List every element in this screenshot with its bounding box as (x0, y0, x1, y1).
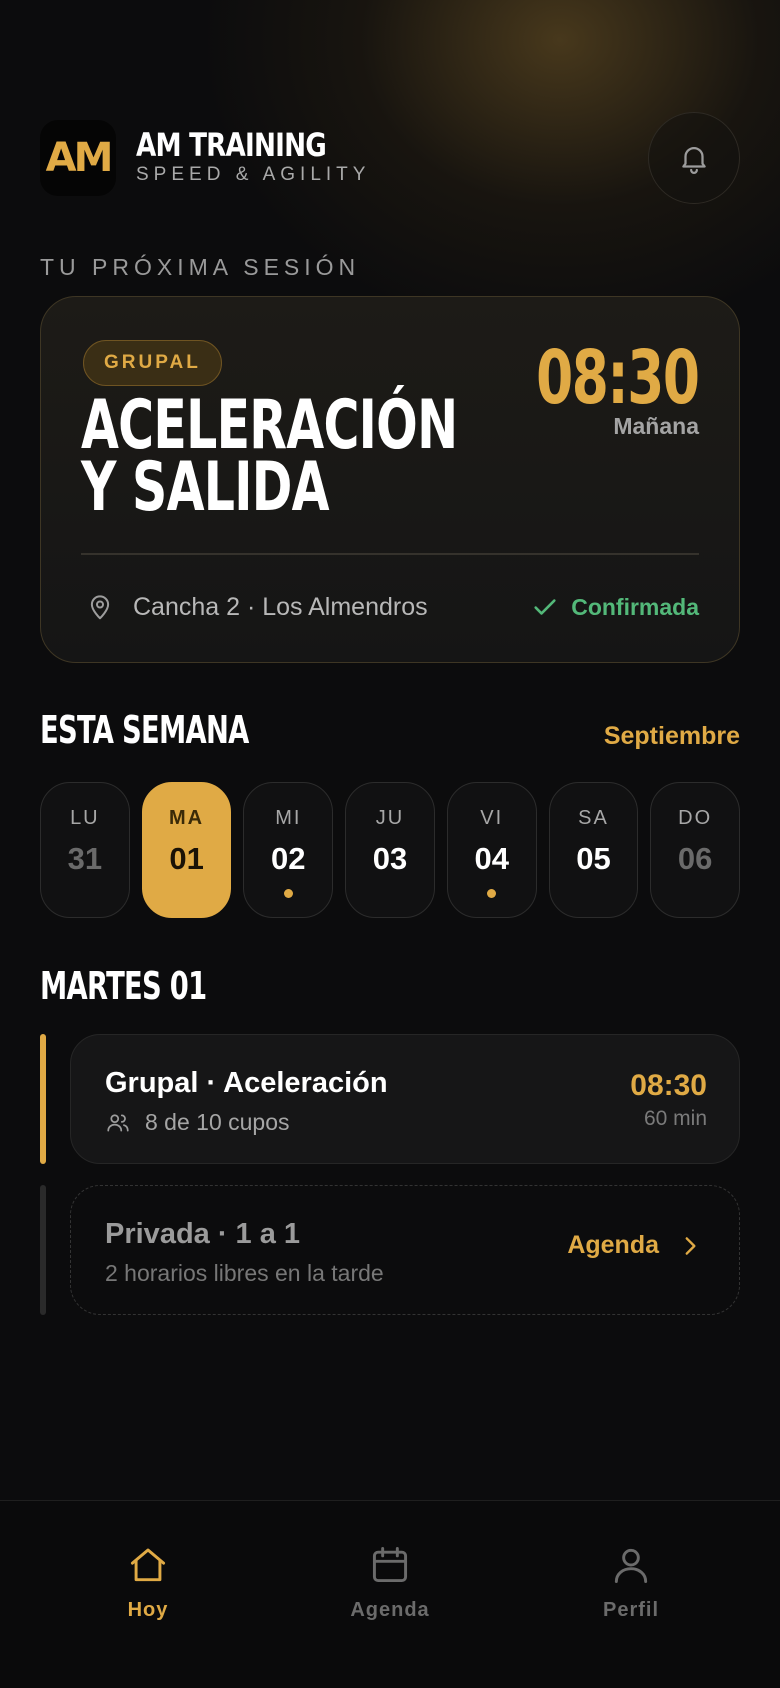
month-selector[interactable]: Septiembre (604, 722, 740, 751)
book-slot-label: Agenda (567, 1231, 659, 1259)
session-slot-private[interactable]: Privada · 1 a 1 2 horarios libres en la … (70, 1185, 740, 1315)
nav-label: Perfil (602, 1599, 660, 1621)
nav-item-perfil[interactable]: Perfil (551, 1543, 711, 1633)
day-chip-date: 31 (67, 841, 103, 876)
day-chip-sa[interactable]: SA 05 (548, 782, 639, 918)
book-slot-button[interactable]: Agenda (567, 1231, 703, 1260)
status-text: Confirmada (571, 593, 699, 620)
day-chip-date: 03 (372, 841, 408, 876)
bottom-navigation: Hoy Agenda Perfil (0, 1500, 780, 1688)
app-header: AM AM TRAINING SPEED & AGILITY (40, 112, 740, 210)
brand-logo: AM (40, 120, 116, 196)
slot-availability-text: 2 horarios libres en la tarde (105, 1260, 384, 1286)
next-session-label: TU PRÓXIMA SESIÓN (40, 254, 361, 280)
chevron-right-icon (685, 1236, 696, 1255)
session-status: Confirmada (531, 587, 699, 627)
home-icon (130, 1548, 166, 1582)
slot-time: 08:30 (630, 1069, 707, 1102)
day-chip-date: 06 (677, 841, 713, 876)
bell-icon (682, 147, 706, 174)
day-chip-weekday: DO (678, 807, 713, 829)
day-chip-weekday: SA (578, 807, 609, 829)
calendar-icon (372, 1547, 408, 1583)
notifications-button[interactable] (648, 112, 740, 204)
session-location: Cancha 2 · Los Almendros (85, 587, 428, 627)
slot-title: Privada · 1 a 1 (105, 1218, 301, 1250)
nav-item-agenda[interactable]: Agenda (310, 1543, 470, 1633)
slot-duration: 60 min (643, 1107, 707, 1130)
slot-accent-bar (40, 1034, 46, 1164)
brand-name: AM TRAINING (136, 126, 327, 164)
week-title: ESTA SEMANA (40, 708, 249, 752)
day-chip-date: 04 (474, 841, 509, 876)
slot-capacity: 8 de 10 cupos (105, 1109, 290, 1136)
slot-title: Grupal · Aceleración (105, 1067, 388, 1099)
day-chip-weekday: LU (70, 807, 100, 829)
location-text: Cancha 2 · Los Almendros (133, 592, 428, 621)
check-icon (534, 599, 556, 615)
card-divider (81, 553, 699, 555)
users-icon (107, 1113, 129, 1131)
day-chip-weekday: MI (275, 807, 302, 829)
day-chip-date: 01 (169, 841, 204, 876)
day-chip-date: 05 (576, 841, 611, 876)
session-indicator-dot (283, 889, 293, 898)
day-chip-mi[interactable]: MI 02 (243, 782, 334, 918)
session-slot-group[interactable]: Grupal · Aceleración 8 de 10 cupos 08:30… (70, 1034, 740, 1164)
session-type-badge: GRUPAL (83, 340, 222, 386)
day-chip-ju[interactable]: JU 03 (345, 782, 435, 918)
day-chip-weekday: VI (480, 807, 504, 829)
day-chip-weekday: MA (169, 807, 205, 829)
nav-item-hoy[interactable]: Hoy (68, 1543, 228, 1633)
home-screen: AM AM TRAINING SPEED & AGILITY TU PRÓXIM… (0, 0, 780, 1688)
day-chip-date: 02 (271, 841, 306, 876)
location-pin-icon (90, 595, 110, 620)
slot-capacity-text: 8 de 10 cupos (145, 1109, 290, 1135)
slot-availability: 2 horarios libres en la tarde (105, 1260, 384, 1287)
day-chip-lu[interactable]: LU 31 (40, 782, 130, 918)
session-time: 08:30 (536, 335, 701, 421)
nav-label: Hoy (127, 1599, 169, 1621)
user-icon (614, 1548, 648, 1583)
nav-label: Agenda (350, 1599, 430, 1621)
day-chip-ma[interactable]: MA 01 (141, 782, 232, 918)
day-chip-do[interactable]: DO 06 (650, 782, 741, 918)
week-day-selector: LU 31 MA 01 MI 02 JU 03 VI 04 SA 05 DO 06 (40, 782, 741, 918)
session-indicator-dot (487, 889, 497, 898)
session-day: Mañana (613, 413, 699, 439)
slot-accent-bar-muted (40, 1185, 46, 1315)
selected-day-title: MARTES 01 (40, 964, 207, 1008)
session-title: ACELERACIÓN Y SALIDA (81, 392, 484, 527)
day-chip-weekday: JU (375, 807, 405, 829)
brand-tagline: SPEED & AGILITY (136, 164, 371, 185)
next-session-card[interactable]: GRUPAL ACELERACIÓN Y SALIDA 08:30 Mañana… (40, 296, 740, 663)
session-title-line2: Y SALIDA (81, 448, 330, 527)
day-chip-vi[interactable]: VI 04 (446, 782, 537, 918)
